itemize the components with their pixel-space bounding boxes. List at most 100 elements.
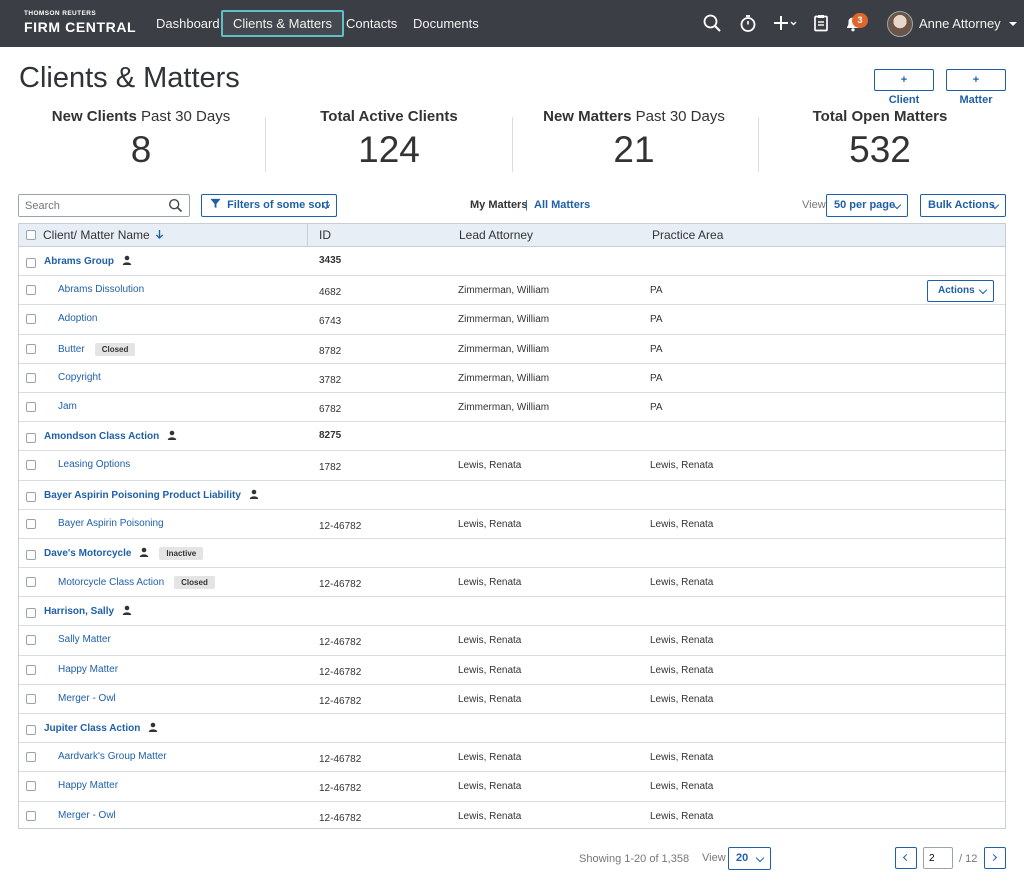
client-name-link[interactable]: Jupiter Class Action: [44, 723, 140, 734]
status-badge: Inactive: [159, 546, 204, 560]
row-checkbox[interactable]: [26, 635, 36, 646]
row-checkbox[interactable]: [26, 781, 36, 792]
nav-dashboard[interactable]: Dashboard: [156, 10, 220, 37]
user-menu[interactable]: Anne Attorney: [919, 10, 1018, 37]
plus-icon[interactable]: [772, 12, 798, 34]
add-client-button[interactable]: + Client: [874, 69, 934, 106]
row-checkbox[interactable]: [26, 725, 36, 735]
bulk-actions-button[interactable]: Bulk Actions: [920, 194, 1006, 217]
nav-clients-matters[interactable]: Clients & Matters: [221, 10, 344, 37]
timer-icon[interactable]: [737, 12, 759, 34]
my-matters-toggle[interactable]: My Matters: [470, 199, 527, 211]
id-cell: 8782: [319, 345, 342, 357]
client-name-link[interactable]: Amondson Class Action: [44, 431, 159, 442]
name-cell: Butter Closed: [58, 342, 136, 356]
nav-documents[interactable]: Documents: [413, 10, 479, 37]
matter-name-link[interactable]: Happy Matter: [58, 664, 118, 675]
name-cell: Abrams Dissolution: [58, 284, 144, 295]
row-checkbox[interactable]: [26, 491, 36, 502]
client-name-link[interactable]: Abrams Group: [44, 256, 114, 267]
matter-name-link[interactable]: Copyright: [58, 372, 101, 383]
row-checkbox[interactable]: [26, 314, 36, 325]
page-size-select[interactable]: 20: [728, 847, 771, 870]
per-page-select[interactable]: 50 per page: [826, 194, 908, 217]
page-number-input[interactable]: [923, 847, 953, 869]
client-row: Abrams Group 3435: [19, 247, 1005, 277]
brand-logo[interactable]: THOMSON REUTERS FIRM CENTRAL: [24, 10, 136, 33]
row-checkbox[interactable]: [26, 343, 36, 354]
matter-name-link[interactable]: Jam: [58, 401, 77, 412]
matter-name-link[interactable]: Leasing Options: [58, 459, 130, 470]
stat-label-bold: New Matters: [543, 108, 632, 125]
matter-name-link[interactable]: Aardvark's Group Matter: [58, 751, 167, 762]
matter-name-link[interactable]: Bayer Aspirin Poisoning: [58, 518, 164, 529]
chevron-right-icon: [989, 853, 998, 862]
row-checkbox[interactable]: [26, 285, 36, 296]
matter-name-link[interactable]: Adoption: [58, 313, 97, 324]
matter-row: Jam 6782 Zimmerman, William PA: [19, 393, 1005, 423]
matter-name-link[interactable]: Sally Matter: [58, 634, 111, 645]
row-checkbox[interactable]: [26, 460, 36, 471]
row-checkbox[interactable]: [26, 518, 36, 529]
practice-area-cell: Lewis, Renata: [650, 635, 714, 647]
row-checkbox[interactable]: [26, 664, 36, 675]
notification-badge: 3: [852, 13, 868, 28]
nav-contacts[interactable]: Contacts: [346, 10, 397, 37]
filters-button[interactable]: Filters of some sort: [201, 194, 337, 217]
column-header-id[interactable]: ID: [319, 228, 331, 242]
name-cell: Jam: [58, 401, 77, 412]
clipboard-icon[interactable]: [810, 12, 832, 34]
all-matters-toggle[interactable]: All Matters: [534, 199, 590, 211]
prev-page-button[interactable]: [895, 847, 917, 869]
view-label: View: [802, 199, 826, 211]
client-name-link[interactable]: Harrison, Sally: [44, 606, 114, 617]
row-checkbox[interactable]: [26, 810, 36, 821]
client-name-link[interactable]: Bayer Aspirin Poisoning Product Liabilit…: [44, 490, 241, 501]
name-cell: Copyright: [58, 372, 101, 383]
matter-name-link[interactable]: Merger - Owl: [58, 693, 116, 704]
matter-name-link[interactable]: Happy Matter: [58, 780, 118, 791]
id-cell: 12-46782: [319, 695, 362, 707]
person-icon: [139, 547, 149, 557]
id-cell: 12-46782: [319, 579, 362, 591]
lead-attorney-cell: Lewis, Renata: [458, 577, 522, 589]
name-cell: Amondson Class Action: [44, 430, 177, 442]
row-checkbox[interactable]: [26, 433, 36, 444]
row-checkbox[interactable]: [26, 577, 36, 588]
column-header-practice-area[interactable]: Practice Area: [652, 228, 723, 242]
name-cell: Happy Matter: [58, 780, 118, 791]
client-name-link[interactable]: Dave's Motorcycle: [44, 548, 131, 559]
matter-row: Copyright 3782 Zimmerman, William PA: [19, 364, 1005, 393]
next-page-button[interactable]: [984, 847, 1006, 869]
lead-attorney-cell: Zimmerman, William: [458, 401, 550, 413]
column-separator: [307, 224, 308, 247]
search-input[interactable]: [19, 195, 159, 216]
row-checkbox[interactable]: [26, 549, 36, 560]
id-cell: 12-46782: [319, 812, 362, 824]
practice-area-cell: PA: [650, 372, 663, 384]
avatar[interactable]: [887, 11, 913, 37]
row-checkbox[interactable]: [26, 258, 36, 268]
row-checkbox[interactable]: [26, 693, 36, 704]
row-checkbox[interactable]: [26, 608, 36, 619]
lead-attorney-cell: Zimmerman, William: [458, 372, 550, 384]
row-checkbox[interactable]: [26, 752, 36, 763]
add-matter-button[interactable]: + Matter: [946, 69, 1006, 106]
row-checkbox[interactable]: [26, 401, 36, 412]
matter-name-link[interactable]: Abrams Dissolution: [58, 284, 144, 295]
row-checkbox[interactable]: [26, 372, 36, 383]
search-icon[interactable]: [168, 198, 183, 213]
matter-name-link[interactable]: Butter: [58, 344, 85, 355]
bulk-actions-label: Bulk Actions: [928, 199, 995, 211]
column-header-name[interactable]: Client/ Matter Name: [43, 228, 164, 242]
matter-name-link[interactable]: Merger - Owl: [58, 810, 116, 821]
search-icon[interactable]: [701, 12, 723, 34]
row-actions-button[interactable]: Actions: [927, 280, 994, 303]
matter-name-link[interactable]: Motorcycle Class Action: [58, 577, 164, 588]
column-header-lead-attorney[interactable]: Lead Attorney: [459, 228, 533, 242]
name-cell: Abrams Group: [44, 255, 132, 267]
page-title: Clients & Matters: [19, 62, 240, 94]
stat-new-clients: New Clients Past 30 Days 8: [18, 108, 264, 171]
select-all-checkbox[interactable]: [26, 230, 36, 240]
stat-label-bold: Total Open Matters: [812, 108, 948, 125]
